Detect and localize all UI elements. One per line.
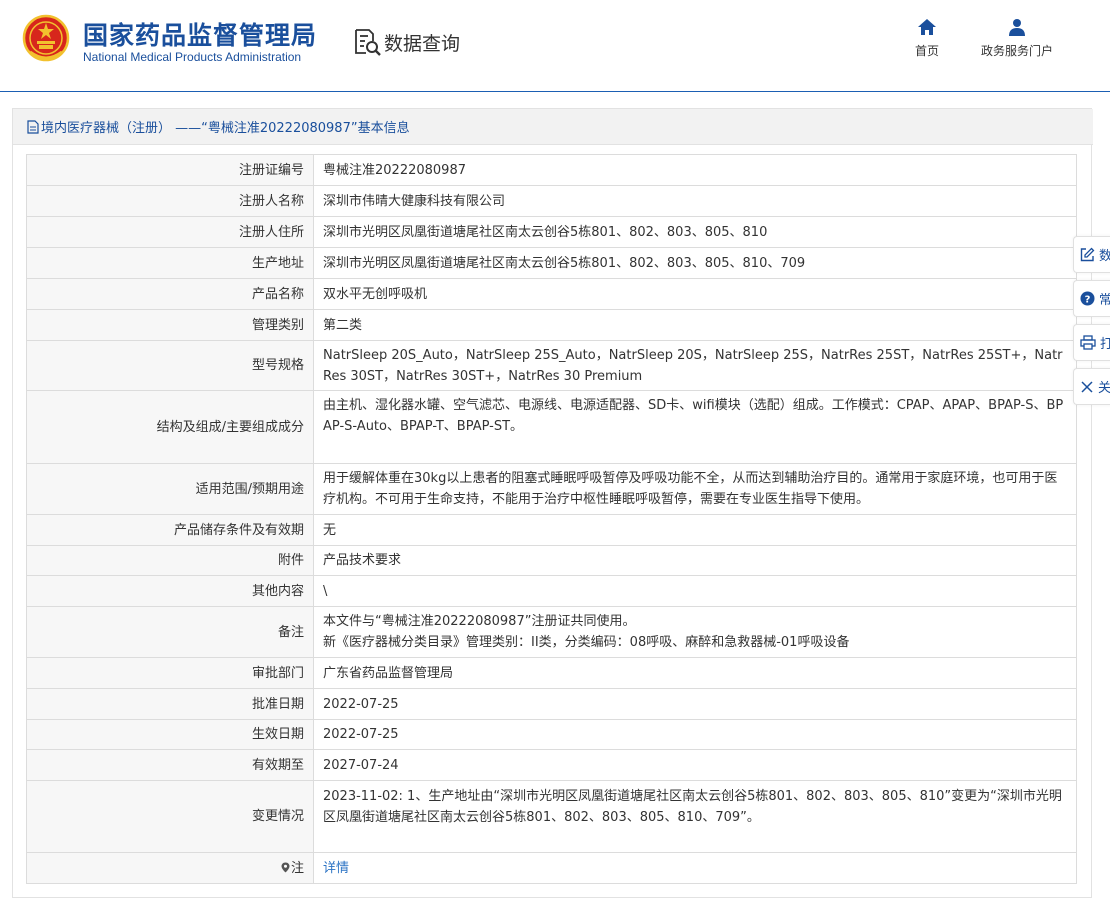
document-search-icon xyxy=(355,29,381,56)
table-row: 产品名称 双水平无创呼吸机 xyxy=(26,278,1077,310)
float-label: 打 xyxy=(1100,333,1110,352)
svg-text:?: ? xyxy=(1085,295,1091,306)
float-close-button[interactable]: 关 xyxy=(1073,368,1110,405)
home-icon xyxy=(918,19,936,35)
row-label: 型号规格 xyxy=(26,340,314,391)
table-row: 生效日期 2022-07-25 xyxy=(26,719,1077,750)
user-icon xyxy=(1009,19,1025,36)
edit-icon xyxy=(1080,247,1095,262)
row-value: 双水平无创呼吸机 xyxy=(313,278,1077,310)
row-label: 变更情况 xyxy=(26,780,314,853)
help-icon: ? xyxy=(1080,291,1095,306)
data-query-link[interactable]: 数据查询 xyxy=(352,26,460,58)
float-feedback-button[interactable]: 数 xyxy=(1073,236,1110,273)
table-row: 注 详情 xyxy=(26,852,1077,884)
row-value: 2022-07-25 xyxy=(313,688,1077,720)
row-label: 其他内容 xyxy=(26,575,314,607)
row-label: 备注 xyxy=(26,606,314,658)
remark-line-1: 本文件与“粤械注准20222080987”注册证共同使用。 xyxy=(323,614,636,629)
float-print-button[interactable]: 打 xyxy=(1073,324,1110,361)
data-query-label: 数据查询 xyxy=(384,32,461,55)
row-value: 2023-11-02: 1、生产地址由“深圳市光明区凤凰街道塘尾社区南太云创谷5… xyxy=(313,780,1077,853)
row-value: 详情 xyxy=(313,852,1077,884)
table-row: 审批部门 广东省药品监督管理局 xyxy=(26,657,1077,689)
row-value: 本文件与“粤械注准20222080987”注册证共同使用。 新《医疗器械分类目录… xyxy=(313,606,1077,658)
row-value: 深圳市光明区凤凰街道塘尾社区南太云创谷5栋801、802、803、805、810… xyxy=(313,247,1077,279)
org-name-en: National Medical Products Administration xyxy=(83,50,302,64)
floating-toolbar: 数 ? 常 打 关 xyxy=(1073,236,1110,412)
details-link[interactable]: 详情 xyxy=(323,861,349,876)
row-value: NatrSleep 20S_Auto，NatrSleep 25S_Auto，Na… xyxy=(313,340,1077,391)
table-row: 备注 本文件与“粤械注准20222080987”注册证共同使用。 新《医疗器械分… xyxy=(26,606,1077,658)
row-value: 用于缓解体重在30kg以上患者的阻塞式睡眠呼吸暂停及呼吸功能不全，从而达到辅助治… xyxy=(313,463,1077,515)
location-pin-icon xyxy=(281,862,290,872)
table-row: 产品储存条件及有效期 无 xyxy=(26,514,1077,546)
national-emblem-icon xyxy=(22,14,70,62)
float-label: 关 xyxy=(1098,381,1110,396)
row-value: 深圳市伟晴大健康科技有限公司 xyxy=(313,185,1077,217)
float-label: 数 xyxy=(1099,245,1110,264)
row-label: 管理类别 xyxy=(26,309,314,341)
close-icon xyxy=(1081,380,1093,393)
registration-info-table: 注册证编号 粤械注准20222080987 注册人名称 深圳市伟晴大健康科技有限… xyxy=(26,154,1077,884)
nav-home-label: 首页 xyxy=(914,44,939,58)
row-label: 有效期至 xyxy=(26,749,314,781)
table-row: 批准日期 2022-07-25 xyxy=(26,688,1077,720)
panel-title-text: 境内医疗器械（注册） ——“粤械注准20222080987”基本信息 xyxy=(41,121,410,136)
row-label: 审批部门 xyxy=(26,657,314,689)
row-label: 注册证编号 xyxy=(26,154,314,186)
table-row: 适用范围/预期用途 用于缓解体重在30kg以上患者的阻塞式睡眠呼吸暂停及呼吸功能… xyxy=(26,463,1077,515)
table-row: 注册人住所 深圳市光明区凤凰街道塘尾社区南太云创谷5栋801、802、803、8… xyxy=(26,216,1077,248)
row-label: 结构及组成/主要组成成分 xyxy=(26,390,314,464)
table-row: 生产地址 深圳市光明区凤凰街道塘尾社区南太云创谷5栋801、802、803、80… xyxy=(26,247,1077,279)
row-label: 附件 xyxy=(26,545,314,576)
row-value: 广东省药品监督管理局 xyxy=(313,657,1077,689)
table-row: 注册证编号 粤械注准20222080987 xyxy=(26,154,1077,186)
row-label: 产品名称 xyxy=(26,278,314,310)
row-label: 批准日期 xyxy=(26,688,314,720)
row-label: 产品储存条件及有效期 xyxy=(26,514,314,546)
site-header: 国家药品监督管理局 National Medical Products Admi… xyxy=(0,0,1110,92)
remark-line-2: 新《医疗器械分类目录》管理类别：II类，分类编码：08呼吸、麻醉和急救器械-01… xyxy=(323,635,850,650)
float-faq-button[interactable]: ? 常 xyxy=(1073,280,1110,317)
note-label: 注 xyxy=(290,860,304,876)
table-row: 附件 产品技术要求 xyxy=(26,545,1077,576)
row-value: 2027-07-24 xyxy=(313,749,1077,781)
document-icon xyxy=(27,119,39,134)
row-value: 第二类 xyxy=(313,309,1077,341)
org-name-cn: 国家药品监督管理局 xyxy=(83,21,318,50)
row-value: 深圳市光明区凤凰街道塘尾社区南太云创谷5栋801、802、803、805、810 xyxy=(313,216,1077,248)
table-row: 变更情况 2023-11-02: 1、生产地址由“深圳市光明区凤凰街道塘尾社区南… xyxy=(26,780,1077,853)
float-label: 常 xyxy=(1099,289,1110,308)
row-label: 注册人名称 xyxy=(26,185,314,217)
row-value: \ xyxy=(313,575,1077,607)
row-value: 粤械注准20222080987 xyxy=(313,154,1077,186)
row-value: 2022-07-25 xyxy=(313,719,1077,750)
table-row: 有效期至 2027-07-24 xyxy=(26,749,1077,781)
nav-gov-service-portal[interactable]: 政务服务门户 xyxy=(974,18,1060,59)
table-row: 结构及组成/主要组成成分 由主机、湿化器水罐、空气滤芯、电源线、电源适配器、SD… xyxy=(26,390,1077,464)
nav-portal-label: 政务服务门户 xyxy=(980,44,1053,58)
row-label: 生效日期 xyxy=(26,719,314,750)
table-row: 其他内容 \ xyxy=(26,575,1077,607)
table-row: 型号规格 NatrSleep 20S_Auto，NatrSleep 25S_Au… xyxy=(26,340,1077,391)
nav-home[interactable]: 首页 xyxy=(906,18,948,59)
panel-title: 境内医疗器械（注册） ——“粤械注准20222080987”基本信息 xyxy=(13,109,1093,145)
row-label: 生产地址 xyxy=(26,247,314,279)
row-label: 注 xyxy=(26,852,314,884)
row-value: 由主机、湿化器水罐、空气滤芯、电源线、电源适配器、SD卡、wifi模块（选配）组… xyxy=(313,390,1077,464)
row-value: 无 xyxy=(313,514,1077,546)
row-label: 注册人住所 xyxy=(26,216,314,248)
row-label: 适用范围/预期用途 xyxy=(26,463,314,515)
row-value: 产品技术要求 xyxy=(313,545,1077,576)
print-icon xyxy=(1080,335,1096,350)
table-row: 管理类别 第二类 xyxy=(26,309,1077,341)
table-row: 注册人名称 深圳市伟晴大健康科技有限公司 xyxy=(26,185,1077,217)
